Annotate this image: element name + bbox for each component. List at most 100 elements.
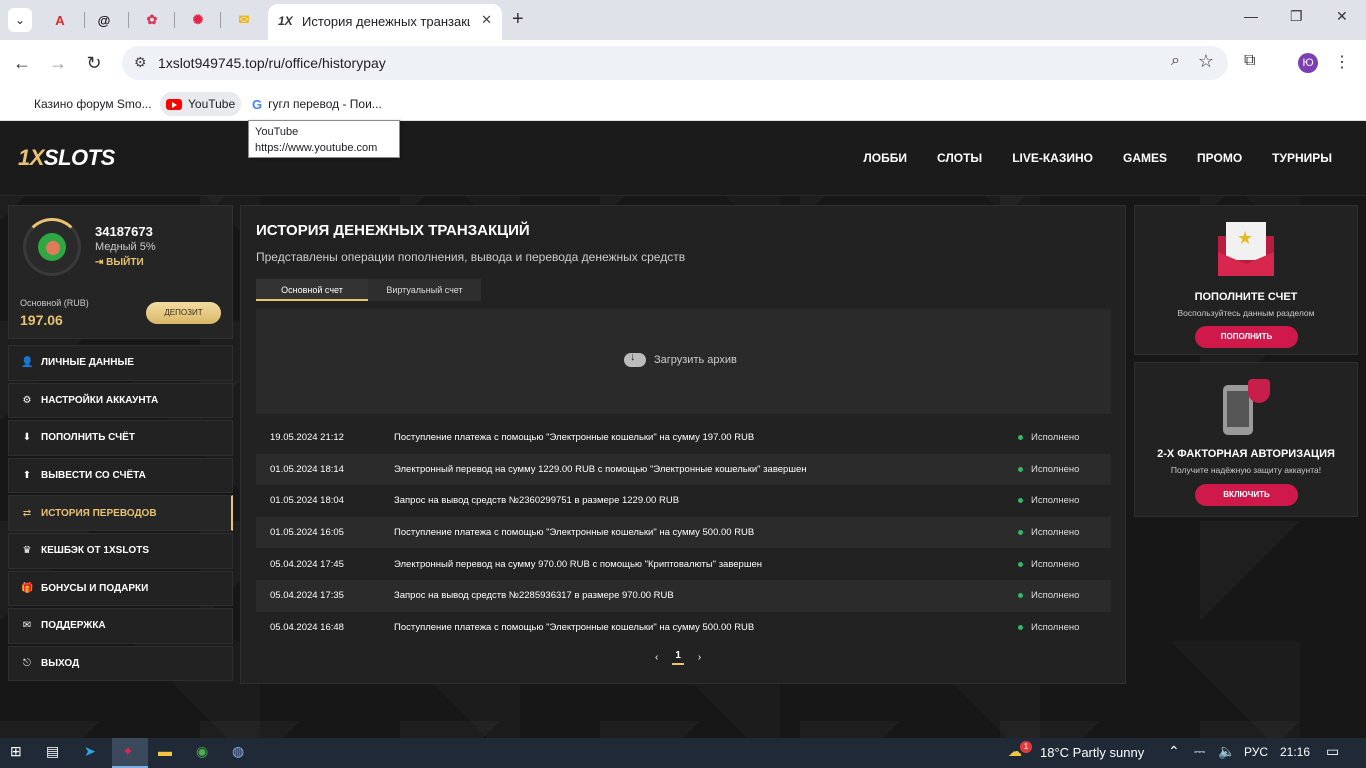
table-row: 19.05.2024 21:12 Поступление платежа с п… [256,422,1111,454]
language-indicator[interactable]: РУС [1244,745,1268,759]
pinned-tab-threads[interactable]: @ [92,8,116,32]
notifications-icon[interactable]: ▭ [1326,743,1339,760]
weather-text[interactable]: 18°C Partly sunny [1040,745,1144,760]
promo-subtitle: Получите надёжную защиту аккаунта! [1170,465,1322,475]
nav-slots[interactable]: СЛОТЫ [937,151,982,165]
page-title: ИСТОРИЯ ДЕНЕЖНЫХ ТРАНЗАКЦИЙ [256,222,530,239]
zoom-icon[interactable]: ⌕ [1171,52,1180,70]
pinned-tab-mail[interactable]: ✉ [232,8,256,32]
menu-item-deposit[interactable]: ⬇ ПОПОЛНИТЬ СЧЁТ [8,420,233,456]
forward-button[interactable]: → [46,51,70,75]
balance-label: Основной (RUB) [20,298,89,308]
page-subtitle: Представлены операции пополнения, вывода… [256,250,686,264]
menu-item-support[interactable]: ✉ ПОДДЕРЖКА [8,608,233,644]
pinned-tab-acrobat[interactable]: A [48,8,72,32]
app-icon-2[interactable]: ◍ [232,743,244,760]
tx-status-label: Исполнено [1031,527,1080,539]
tab-virtual-account[interactable]: Виртуальный счет [368,279,481,301]
google-icon: G [252,96,263,112]
windows-start-icon[interactable]: ⊞ [10,743,22,760]
bookmark-star-icon[interactable]: ☆ [1198,51,1214,72]
back-button[interactable]: ← [10,51,34,75]
tx-status: Исполнено [1018,464,1079,475]
nav-games[interactable]: GAMES [1123,151,1167,165]
volume-icon[interactable]: 🔈 [1218,743,1235,760]
tx-date: 05.04.2024 17:45 [270,558,344,570]
window-close-button[interactable]: ✕ [1336,8,1348,25]
status-dot-icon [1018,530,1023,536]
bookmark-youtube[interactable]: YouTube [160,92,242,116]
table-row: 05.04.2024 17:35 Запрос на вывод средств… [256,579,1111,612]
promo-2fa-card: 2-Х ФАКТОРНАЯ АВТОРИЗАЦИЯ Получите надёж… [1134,362,1358,517]
pinned-tab-spinner[interactable]: ✺ [186,8,210,32]
status-dot-icon [1018,466,1023,472]
site-logo[interactable]: 1XSLOTS [18,145,115,171]
tab-separator [84,12,85,28]
youtube-icon [166,98,182,110]
network-icon[interactable]: ⎓ [1194,743,1205,760]
transactions-panel: ИСТОРИЯ ДЕНЕЖНЫХ ТРАНЗАКЦИЙ Представлены… [240,205,1126,684]
nav-live-casino[interactable]: LIVE-КАЗИНО [1012,151,1093,165]
tab-separator [174,12,175,28]
tx-status-label: Исполнено [1031,558,1080,570]
task-view-icon[interactable]: ▤ [46,743,59,760]
crown-icon: ♛ [22,545,32,557]
bookmark-google-translate[interactable]: G гугл перевод - Пои... [246,92,388,116]
bookmark-tooltip: YouTube https://www.youtube.com [248,120,400,158]
pinned-tab-gift[interactable]: ✿ [140,8,164,32]
nav-lobby[interactable]: ЛОББИ [863,151,907,165]
tray-chevron-icon[interactable]: ⌃ [1168,743,1180,760]
tab-main-account[interactable]: Основной счет [256,279,368,301]
file-explorer-icon[interactable]: ▬ [158,743,172,759]
nav-promo[interactable]: ПРОМО [1197,151,1242,165]
telegram-icon[interactable]: ➤ [84,743,96,760]
url-text[interactable]: 1xslot949745.top/ru/office/historypay [158,55,386,71]
download-archive-button[interactable]: Загрузить архив [624,351,737,367]
active-tab-title: История денежных транзакци [302,14,470,29]
top-navigation: ЛОББИ СЛОТЫ LIVE-КАЗИНО GAMES ПРОМО ТУРН… [863,151,1332,165]
tooltip-url: https://www.youtube.com [255,142,378,154]
tx-description: Запрос на вывод средств №2360299751 в ра… [394,495,680,507]
address-bar[interactable]: ⚙ 1xslot949745.top/ru/office/historypay … [122,46,1228,80]
site-settings-icon[interactable]: ⚙ [134,54,147,71]
menu-item-withdraw[interactable]: ⬆ ВЫВЕСТИ СО СЧЁТА [8,457,233,494]
menu-item-transfer-history[interactable]: ⇄ ИСТОРИЯ ПЕРЕВОДОВ [8,495,233,531]
tx-description: Поступление платежа с помощью "Электронн… [394,621,755,633]
reload-button[interactable]: ↻ [82,51,106,75]
status-dot-icon [1018,435,1023,441]
profile-avatar[interactable]: Ю [1298,53,1318,73]
pager-page-1[interactable]: 1 [672,650,684,665]
deposit-button[interactable]: ДЕПОЗИТ [146,302,221,324]
extensions-icon[interactable]: ⧉ [1244,52,1255,70]
tx-status-label: Исполнено [1031,590,1080,602]
menu-item-bonuses[interactable]: 🎁 БОНУСЫ И ПОДАРКИ [8,570,233,607]
bookmarks-bar: Казино форум Smo... YouTube G гугл перев… [0,86,1366,121]
new-tab-button[interactable]: + [512,8,524,30]
nav-tournaments[interactable]: ТУРНИРЫ [1272,151,1332,165]
tx-status-label: Исполнено [1031,432,1080,444]
promo-deposit-button[interactable]: ПОПОЛНИТЬ [1195,326,1298,348]
chrome-icon[interactable]: ◉ [196,743,208,760]
minimize-button[interactable]: — [1244,8,1258,24]
promo-title: 2-Х ФАКТОРНАЯ АВТОРИЗАЦИЯ [1157,448,1335,460]
menu-item-cashback[interactable]: ♛ КЕШБЭК ОТ 1XSLOTS [8,532,233,569]
restore-button[interactable]: ❐ [1290,8,1303,25]
promo-enable-2fa-button[interactable]: ВКЛЮЧИТЬ [1195,484,1298,506]
tab-search-button[interactable]: ⌄ [8,8,32,32]
clock[interactable]: 21:16 [1280,745,1310,759]
mail-icon: ✉ [238,12,250,27]
menu-item-personal-data[interactable]: 👤 ЛИЧНЫЕ ДАННЫЕ [8,345,233,381]
tab-close-icon[interactable]: ✕ [481,12,492,28]
bookmark-casino-forum[interactable]: Казино форум Smo... [28,92,158,116]
account-menu: 👤 ЛИЧНЫЕ ДАННЫЕ ⚙ НАСТРОЙКИ АККАУНТА ⬇ П… [8,345,233,683]
menu-item-exit[interactable]: ⎋ ВЫХОД [8,645,233,682]
menu-item-account-settings[interactable]: ⚙ НАСТРОЙКИ АККАУНТА [8,382,233,419]
tx-date: 01.05.2024 18:04 [270,495,344,507]
active-tab[interactable]: 1X История денежных транзакци ✕ [268,4,502,40]
pager-next-icon[interactable]: › [698,652,701,663]
promo-title: ПОПОЛНИТЕ СЧЕТ [1194,291,1298,303]
browser-menu-icon[interactable]: ⋮ [1334,52,1350,72]
pager-prev-icon[interactable]: ‹ [655,652,658,663]
status-dot-icon [1018,498,1023,504]
logout-link[interactable]: ⇥ ВЫЙТИ [95,257,144,268]
